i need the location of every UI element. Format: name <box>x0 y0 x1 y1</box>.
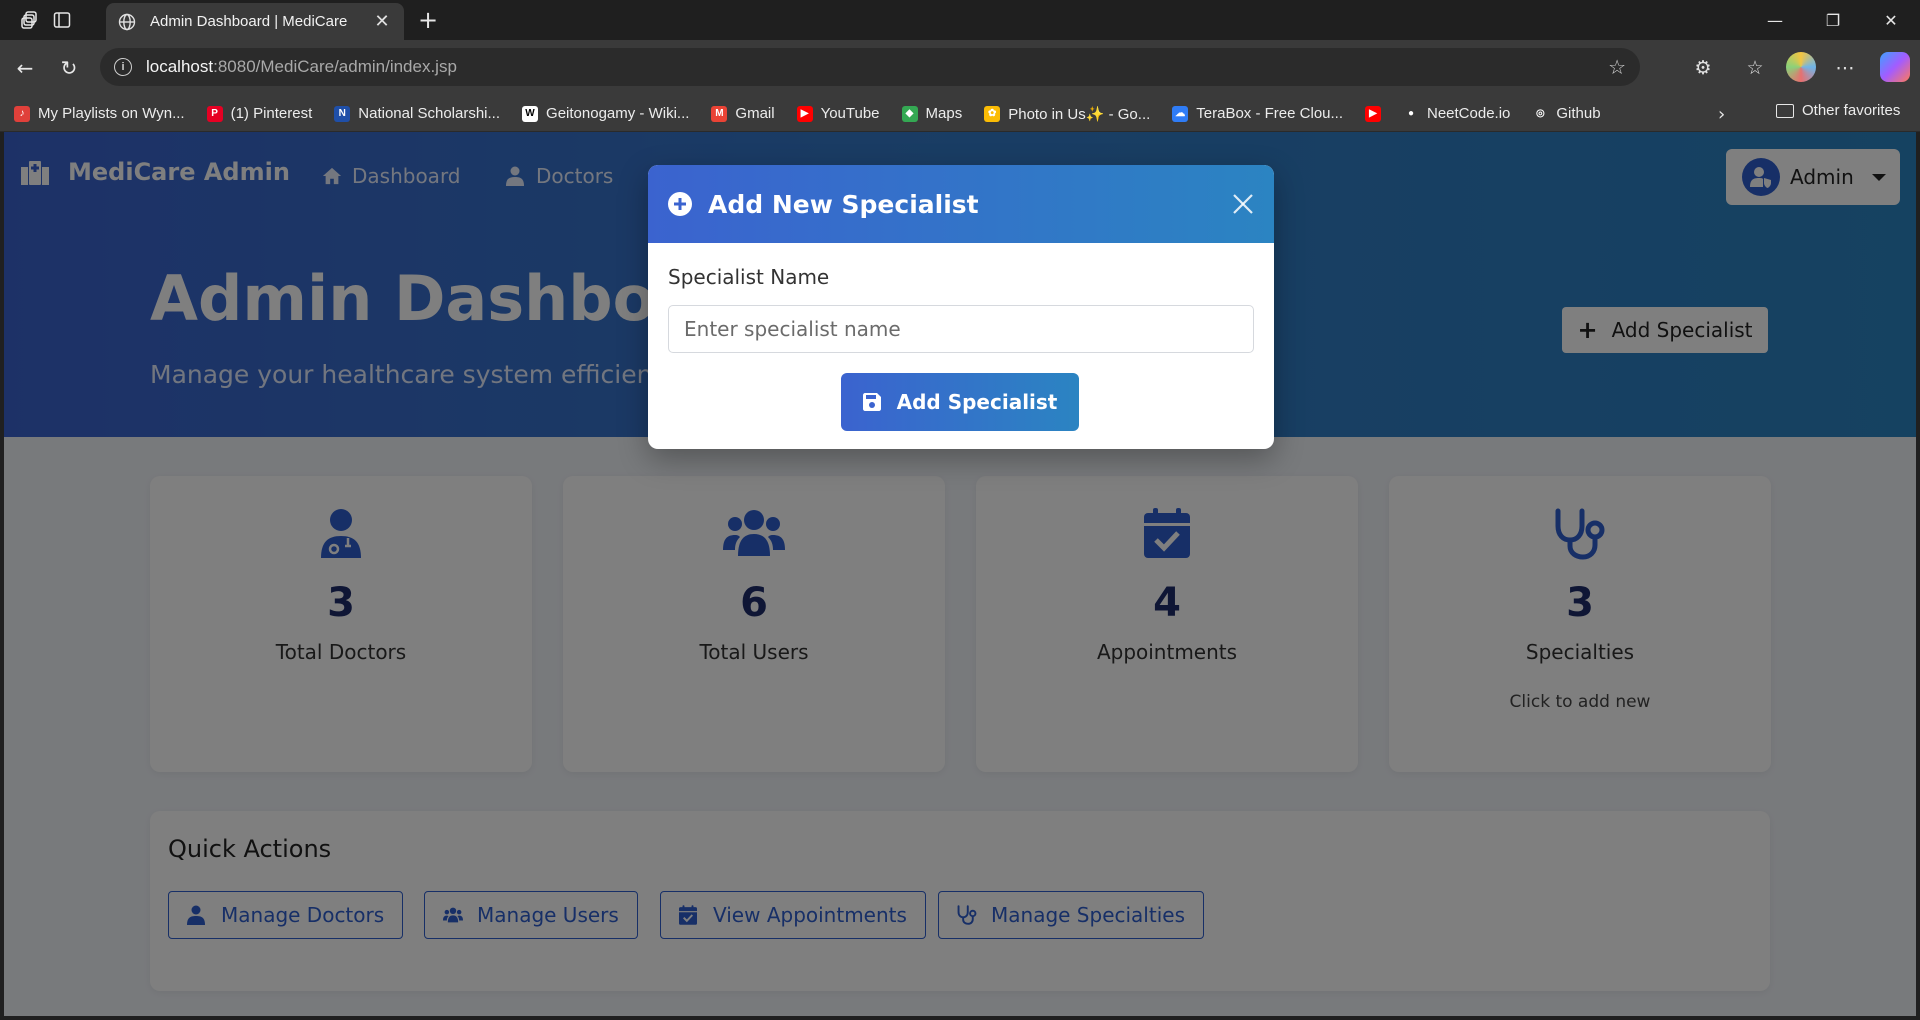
profile-avatar[interactable] <box>1786 52 1816 82</box>
bookmark-item[interactable]: P (1) Pinterest <box>206 105 313 122</box>
bookmark-item[interactable]: ▶ YouTube <box>796 105 880 122</box>
specialist-name-input[interactable] <box>668 305 1254 353</box>
bookmark-favicon-icon: ◎ <box>1532 105 1549 122</box>
tab-admin-dashboard[interactable]: Admin Dashboard | MediCare ✕ <box>106 3 404 40</box>
extensions-icon[interactable]: ⚙ <box>1688 53 1718 83</box>
other-favorites-folder[interactable]: Other favorites <box>1776 102 1900 119</box>
bookmark-favicon-icon: ✿ <box>984 105 1001 122</box>
bookmark-item[interactable]: ▶ <box>1365 105 1389 122</box>
vertical-tabs-icon[interactable] <box>50 8 74 32</box>
close-icon[interactable] <box>1228 189 1258 219</box>
bookmark-favicon-icon: W <box>522 105 539 122</box>
url-host: localhost <box>146 57 214 76</box>
workspaces-icon[interactable] <box>18 8 42 32</box>
bookmark-label: YouTube <box>820 105 880 122</box>
plus-circle-icon <box>668 192 692 216</box>
bookmark-favicon-icon: M <box>711 105 728 122</box>
bookmark-label: Geitonogamy - Wiki... <box>546 105 690 122</box>
site-info-icon[interactable]: i <box>114 58 132 76</box>
modal-header: Add New Specialist <box>648 165 1274 243</box>
bookmark-favicon-icon: ▶ <box>796 105 813 122</box>
bookmark-label: NeetCode.io <box>1427 105 1511 122</box>
favorites-icon[interactable]: ☆ <box>1740 53 1770 83</box>
browser-toolbar: ← ↻ i localhost:8080/MediCare/admin/inde… <box>0 40 1920 96</box>
web-page: MediCare Admin Dashboard Doctors <box>4 132 1916 1016</box>
back-button[interactable]: ← <box>10 53 40 83</box>
submit-label: Add Specialist <box>896 390 1058 414</box>
globe-icon <box>118 13 136 31</box>
bookmark-label: Github <box>1556 105 1601 122</box>
tab-strip: Admin Dashboard | MediCare ✕ + — ❐ ✕ <box>0 0 1920 40</box>
specialist-name-label: Specialist Name <box>668 265 830 289</box>
bookmark-item[interactable]: ◆ Maps <box>901 105 963 122</box>
new-tab-button[interactable]: + <box>414 6 442 34</box>
minimize-button[interactable]: — <box>1750 0 1800 40</box>
bookmarks-bar: ♪ My Playlists on Wyn... P (1) Pinterest N Na… <box>0 96 1920 132</box>
modal-title: Add New Specialist <box>708 189 979 219</box>
bookmarks-overflow-icon[interactable]: › <box>1718 104 1725 125</box>
bookmark-favicon-icon: ☁ <box>1172 105 1189 122</box>
bookmark-favicon-icon: ♪ <box>14 105 30 122</box>
browser-window: Admin Dashboard | MediCare ✕ + — ❐ ✕ ← ↻… <box>0 0 1920 1020</box>
bookmark-item[interactable]: ◎ Github <box>1532 105 1601 122</box>
save-icon <box>862 393 881 411</box>
address-bar[interactable]: i localhost:8080/MediCare/admin/index.js… <box>100 48 1640 86</box>
close-window-button[interactable]: ✕ <box>1866 0 1916 40</box>
bookmark-item[interactable]: ♪ My Playlists on Wyn... <box>14 105 185 122</box>
bookmark-favicon-icon: ◆ <box>901 105 918 122</box>
bookmark-label: TeraBox - Free Clou... <box>1196 105 1343 122</box>
favorite-star-icon[interactable]: ☆ <box>1608 55 1626 79</box>
bookmark-item[interactable]: ✿ Photo in Us✨ - Go... <box>984 105 1150 123</box>
add-specialist-modal: Add New Specialist Specialist Name Add S… <box>648 165 1274 449</box>
bookmark-label: Gmail <box>735 105 775 122</box>
bookmark-label: (1) Pinterest <box>230 105 313 122</box>
tab-title: Admin Dashboard | MediCare <box>150 13 348 30</box>
url-path: :8080/MediCare/admin/index.jsp <box>213 57 457 76</box>
bookmark-label: National Scholarshi... <box>358 105 501 122</box>
bookmark-label: Photo in Us✨ - Go... <box>1008 105 1151 123</box>
restore-button[interactable]: ❐ <box>1808 0 1858 40</box>
bookmark-favicon-icon: N <box>334 105 351 122</box>
bookmark-favicon-icon: P <box>206 105 223 122</box>
close-tab-icon[interactable]: ✕ <box>372 11 392 32</box>
bookmark-item[interactable]: ● NeetCode.io <box>1403 105 1510 122</box>
bookmark-item[interactable]: N National Scholarshi... <box>334 105 500 122</box>
folder-icon <box>1776 103 1794 118</box>
bookmark-favicon-icon: ● <box>1403 105 1419 122</box>
bookmark-label: Maps <box>925 105 963 122</box>
bookmark-favicon-icon: ▶ <box>1365 105 1381 122</box>
other-favorites-label: Other favorites <box>1802 102 1901 119</box>
copilot-icon[interactable] <box>1880 52 1910 82</box>
submit-specialist-button[interactable]: Add Specialist <box>841 373 1079 431</box>
bookmark-item[interactable]: ☁ TeraBox - Free Clou... <box>1172 105 1343 122</box>
bookmark-label: My Playlists on Wyn... <box>38 105 185 122</box>
bookmark-item[interactable]: M Gmail <box>711 105 775 122</box>
more-menu-icon[interactable]: ⋯ <box>1830 53 1860 83</box>
reload-button[interactable]: ↻ <box>54 53 84 83</box>
bookmark-item[interactable]: W Geitonogamy - Wiki... <box>522 105 689 122</box>
